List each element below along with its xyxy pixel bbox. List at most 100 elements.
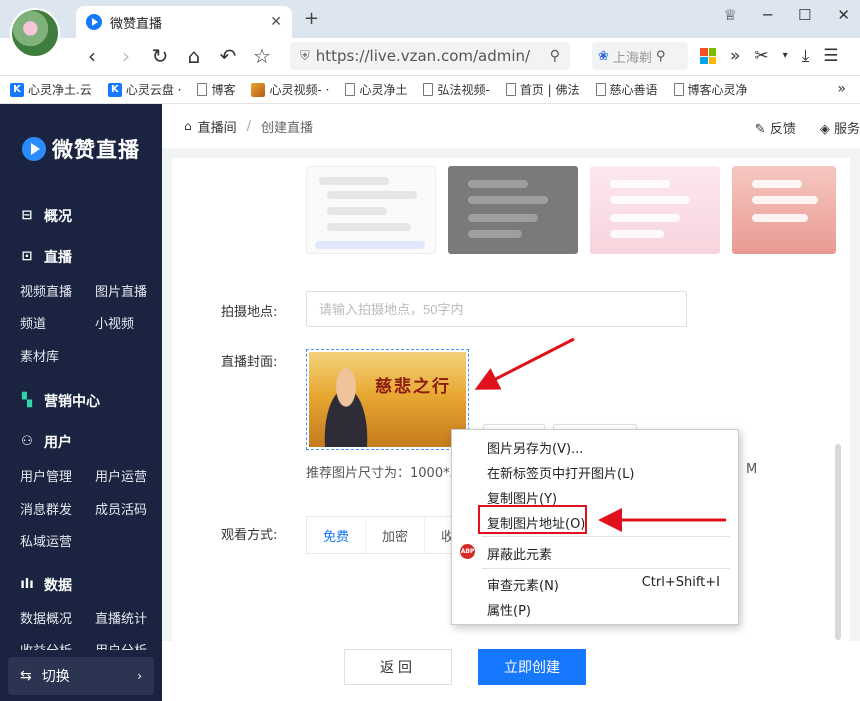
reload-icon[interactable]: ↻ xyxy=(148,44,172,68)
maximize-icon[interactable]: ☐ xyxy=(798,6,811,24)
k-icon: K xyxy=(10,82,24,97)
back-button[interactable]: 返回 xyxy=(344,649,452,685)
more-extensions-icon[interactable]: » xyxy=(730,46,740,66)
sidebar-section-user[interactable]: ⚇ 用户 xyxy=(20,432,72,452)
template-thumbnail[interactable] xyxy=(732,166,836,254)
tag-icon: ◈ xyxy=(819,122,830,137)
browser-tab-bar: 微赞直播 ✕ + ♕ ─ ☐ ✕ xyxy=(0,0,860,38)
vertical-scrollbar[interactable] xyxy=(835,444,841,640)
breadcrumb-live-room[interactable]: 直播间 xyxy=(198,117,237,136)
image-size-hint: 推荐图片尺寸为：1000*56 xyxy=(306,466,467,481)
watch-mode-label: 观看方式: xyxy=(221,528,278,543)
back-icon[interactable]: ‹ xyxy=(80,44,104,68)
sidebar-item-broadcast[interactable]: 消息群发 xyxy=(20,499,72,518)
menu-save-image[interactable]: 图片另存为(V)... xyxy=(487,438,583,457)
brand[interactable]: 微赞直播 xyxy=(22,134,140,164)
template-thumbnail[interactable] xyxy=(306,166,436,254)
bookmark-item[interactable]: 弘法视频- xyxy=(423,81,490,98)
sidebar-item-member-code[interactable]: 成员活码 xyxy=(95,499,147,518)
url-field[interactable]: ⛨ https://live.vzan.com/admin/ ⚲ xyxy=(290,42,570,70)
browser-search-box[interactable]: ❀ 上海剃 ⚲ xyxy=(592,42,688,70)
bookmark-item[interactable]: 首页 | 佛法 xyxy=(505,81,580,98)
dashboard-icon: ⊟ xyxy=(21,208,33,223)
close-window-icon[interactable]: ✕ xyxy=(837,6,850,24)
chevron-right-icon: › xyxy=(137,669,142,683)
template-thumbnail[interactable] xyxy=(448,166,578,254)
menu-properties[interactable]: 属性(P) xyxy=(487,600,531,619)
star-icon[interactable]: ☆ xyxy=(250,44,274,68)
create-button[interactable]: 立即创建 xyxy=(478,649,586,685)
bookmark-item[interactable]: K 心灵净土.云 xyxy=(10,81,92,98)
bookmark-item[interactable]: 心灵视频- · xyxy=(251,81,329,98)
vzan-logo-icon xyxy=(22,137,46,161)
switch-button[interactable]: ⇆ 切换 › xyxy=(8,657,154,695)
sidebar-item-user-manage[interactable]: 用户管理 xyxy=(20,466,72,485)
menu-icon[interactable]: ☰ xyxy=(823,46,838,66)
minimize-icon[interactable]: ─ xyxy=(763,6,772,24)
paw-icon: ❀ xyxy=(598,48,609,64)
sidebar-section-live[interactable]: ⊡ 直播 xyxy=(20,247,72,267)
template-thumbnail[interactable] xyxy=(590,166,720,254)
address-bar: ‹ › ↻ ⌂ ↶ ☆ ⛨ https://live.vzan.com/admi… xyxy=(0,38,860,76)
scissors-icon[interactable]: ✂ xyxy=(754,46,768,66)
bookmark-item[interactable]: K 心灵云盘 · xyxy=(107,81,181,98)
menu-separator xyxy=(482,536,730,537)
bookmark-item[interactable]: 心灵净土 xyxy=(345,81,407,98)
adblock-icon: ABP xyxy=(460,544,475,559)
tab-close-icon[interactable]: ✕ xyxy=(270,14,282,30)
sidebar-item-short-video[interactable]: 小视频 xyxy=(95,313,134,332)
sidebar-item-video-live[interactable]: 视频直播 xyxy=(20,281,72,300)
shirt-icon[interactable]: ♕ xyxy=(723,6,736,24)
sidebar-section-data[interactable]: ılı 数据 xyxy=(20,575,72,595)
bar-chart-icon: ılı xyxy=(20,577,34,592)
breadcrumb-separator: / xyxy=(246,118,252,134)
menu-inspect-element[interactable]: 审查元素(N) xyxy=(487,575,559,594)
watch-tab-encrypted[interactable]: 加密 xyxy=(366,517,426,553)
cover-label: 直播封面: xyxy=(221,355,278,370)
browser-tab[interactable]: 微赞直播 ✕ xyxy=(76,6,292,38)
search-icon[interactable]: ⚲ xyxy=(550,48,560,64)
service-link[interactable]: ◈ 服务 xyxy=(820,118,860,137)
cover-person xyxy=(315,366,377,447)
sidebar-item-data-overview[interactable]: 数据概况 xyxy=(20,608,72,627)
sidebar-item-revenue[interactable]: 收益分析 xyxy=(20,640,72,650)
apps-grid-icon[interactable] xyxy=(700,48,716,64)
sidebar-item-live-stats[interactable]: 直播统计 xyxy=(95,608,147,627)
bookmarks-more-icon[interactable]: » xyxy=(837,81,846,97)
brand-name: 微赞直播 xyxy=(52,138,140,162)
bookmarks-bar: K 心灵净土.云 K 心灵云盘 · 博客 心灵视频- · 心灵净土 弘法视频- 首页… xyxy=(0,76,860,104)
home-icon[interactable]: ⌂ xyxy=(182,44,206,68)
sidebar-item-user-operation[interactable]: 用户运营 xyxy=(95,466,147,485)
breadcrumb-current: 创建直播 xyxy=(261,120,314,136)
feedback-link[interactable]: ✎ 反馈 xyxy=(755,118,796,137)
sidebar-item-private-domain[interactable]: 私域运营 xyxy=(20,531,72,550)
cover-title: 慈悲之行 xyxy=(375,377,451,397)
location-input[interactable] xyxy=(306,291,687,327)
sidebar: 微赞直播 ⊟ 概况 ⊡ 直播 视频直播 图片直播 频道 小视频 素材库 ▚ 营销… xyxy=(0,104,162,701)
search-icon[interactable]: ⚲ xyxy=(656,49,666,64)
undo-icon[interactable]: ↶ xyxy=(216,44,240,68)
watch-tab-free[interactable]: 免费 xyxy=(307,517,367,553)
bookmark-item[interactable]: 博客 xyxy=(197,81,235,98)
menu-open-image-new-tab[interactable]: 在新标签页中打开图片(L) xyxy=(487,463,634,482)
users-icon: ⚇ xyxy=(21,434,33,449)
sidebar-section-marketing[interactable]: ▚ 营销中心 xyxy=(20,391,100,411)
cover-image[interactable]: 慈悲之行 xyxy=(306,349,469,450)
profile-avatar[interactable] xyxy=(10,8,60,58)
sidebar-item-image-live[interactable]: 图片直播 xyxy=(95,281,147,300)
sidebar-item-user-analysis[interactable]: 用户分析 xyxy=(95,640,147,650)
sidebar-item-overview[interactable]: ⊟ 概况 xyxy=(20,206,72,226)
bookmark-item[interactable]: 慈心善语 xyxy=(595,81,658,98)
sidebar-item-material[interactable]: 素材库 xyxy=(20,346,59,365)
dropdown-icon[interactable]: ▾ xyxy=(783,50,788,66)
bookmark-item[interactable]: 博客心灵净 xyxy=(673,81,748,98)
annotation-highlight-box xyxy=(478,505,587,534)
watch-mode-tabs: 免费 加密 收 xyxy=(306,516,473,554)
new-tab-button[interactable]: + xyxy=(304,8,319,29)
sidebar-item-channel[interactable]: 频道 xyxy=(20,313,46,332)
forward-icon[interactable]: › xyxy=(114,44,138,68)
document-icon xyxy=(673,83,684,96)
download-icon[interactable]: ⤓ xyxy=(802,46,810,66)
menu-block-element[interactable]: 屏蔽此元素 xyxy=(487,544,552,563)
search-text: 上海剃 xyxy=(612,50,652,66)
